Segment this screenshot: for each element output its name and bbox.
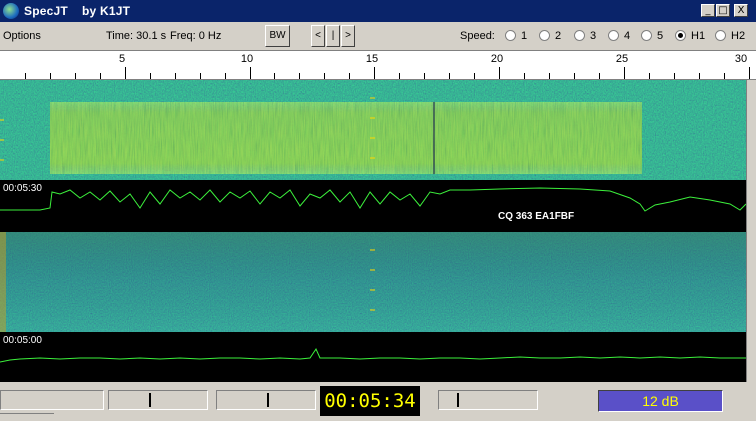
slider-b-handle[interactable] (267, 393, 269, 407)
ruler-tick (749, 67, 750, 79)
ruler-tick (649, 73, 650, 79)
close-button[interactable]: X (734, 4, 748, 17)
nav-mid-button[interactable]: | (326, 25, 340, 47)
options-menu[interactable]: Options (3, 30, 41, 42)
ruler-tick (324, 73, 325, 79)
ruler-tick (250, 67, 251, 79)
decoded-message: CQ 363 EA1FBF (498, 211, 575, 222)
lower-waterfall (0, 232, 746, 332)
speed-label-3: 3 (590, 30, 597, 42)
ruler-tick (549, 73, 550, 79)
speed-label-h1: H1 (691, 30, 706, 42)
speed-label: Speed: (460, 30, 495, 42)
status-slot-left (0, 390, 104, 410)
speed-radio-h2[interactable] (715, 30, 726, 41)
maximize-button[interactable]: □ (716, 4, 730, 17)
ruler-tick (200, 73, 201, 79)
ruler-label-25: 25 (615, 53, 629, 65)
upper-trace (0, 180, 746, 232)
ruler-tick (150, 73, 151, 79)
bw-button[interactable]: BW (265, 25, 290, 47)
ruler-tick (374, 67, 375, 79)
ruler-label-20: 20 (490, 53, 504, 65)
ruler-tick (299, 73, 300, 79)
window-title: SpecJT by K1JT (24, 4, 131, 18)
status-bar: 00:05:34 12 dB (0, 382, 756, 420)
ruler-label-15: 15 (365, 53, 379, 65)
lower-trace (0, 332, 746, 382)
speed-label-2: 2 (555, 30, 562, 42)
ruler-tick (75, 73, 76, 79)
speed-radio-2[interactable] (539, 30, 550, 41)
upper-waterfall (0, 80, 746, 180)
ruler-tick (524, 73, 525, 79)
ruler-tick (724, 73, 725, 79)
time-ruler: 5 10 15 20 25 30 (0, 50, 756, 80)
ruler-tick (399, 73, 400, 79)
ruler-tick (349, 73, 350, 79)
ruler-tick (125, 67, 126, 79)
ruler-tick (175, 73, 176, 79)
minimize-button[interactable]: _ (701, 4, 715, 17)
ruler-tick (274, 73, 275, 79)
speed-label-5: 5 (657, 30, 664, 42)
speed-radio-4[interactable] (608, 30, 619, 41)
freq-readout: Freq: 0 Hz (170, 30, 222, 42)
slider-a-handle[interactable] (149, 393, 151, 407)
time-readout: Time: 30.1 s (106, 30, 167, 42)
ruler-label-10: 10 (240, 53, 254, 65)
ruler-tick (474, 73, 475, 79)
ruler-tick (424, 73, 425, 79)
ruler-tick (674, 73, 675, 79)
speed-radio-5[interactable] (641, 30, 652, 41)
ruler-label-5: 5 (118, 53, 126, 65)
spectrogram-display[interactable]: 00:05:30 CQ 363 EA1FBF 00:05:00 (0, 80, 746, 382)
ruler-tick (499, 67, 500, 79)
nav-right-button[interactable]: > (341, 25, 355, 47)
nav-left-button[interactable]: < (311, 25, 325, 47)
ruler-tick (624, 67, 625, 79)
speed-label-h2: H2 (731, 30, 746, 42)
ruler-tick (574, 73, 575, 79)
ruler-tick (50, 73, 51, 79)
slider-c[interactable] (438, 390, 538, 410)
speed-label-4: 4 (624, 30, 631, 42)
ruler-tick (225, 73, 226, 79)
signal-level-readout: 12 dB (598, 390, 723, 412)
slider-a[interactable] (108, 390, 208, 410)
globe-icon (3, 3, 19, 19)
utc-clock: 00:05:34 (320, 386, 420, 416)
toolbar: Options Time: 30.1 s Freq: 0 Hz BW < | >… (0, 22, 756, 50)
slider-c-handle[interactable] (457, 393, 459, 407)
title-bar: SpecJT by K1JT _ □ X (0, 0, 756, 22)
vertical-scrollbar[interactable] (746, 80, 756, 382)
speed-radio-3[interactable] (574, 30, 585, 41)
ruler-tick (25, 73, 26, 79)
ruler-label-30: 30 (734, 53, 748, 65)
ruler-tick (699, 73, 700, 79)
ruler-tick (449, 73, 450, 79)
speed-label-1: 1 (521, 30, 528, 42)
slider-b[interactable] (216, 390, 316, 410)
speed-radio-h1[interactable] (675, 30, 686, 41)
ruler-tick (100, 73, 101, 79)
ruler-tick (599, 73, 600, 79)
speed-radio-1[interactable] (505, 30, 516, 41)
